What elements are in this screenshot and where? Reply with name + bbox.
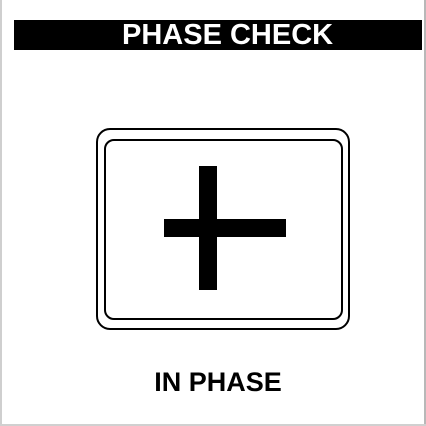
screen-border-left xyxy=(0,0,4,426)
page-title: PHASE CHECK xyxy=(122,19,334,51)
phase-status-label: IN PHASE xyxy=(154,367,282,397)
phase-check-screen: PHASE CHECK IN PHASE xyxy=(0,0,426,426)
plus-icon-horizontal-bar xyxy=(164,219,286,237)
title-bar: PHASE CHECK xyxy=(14,20,422,50)
